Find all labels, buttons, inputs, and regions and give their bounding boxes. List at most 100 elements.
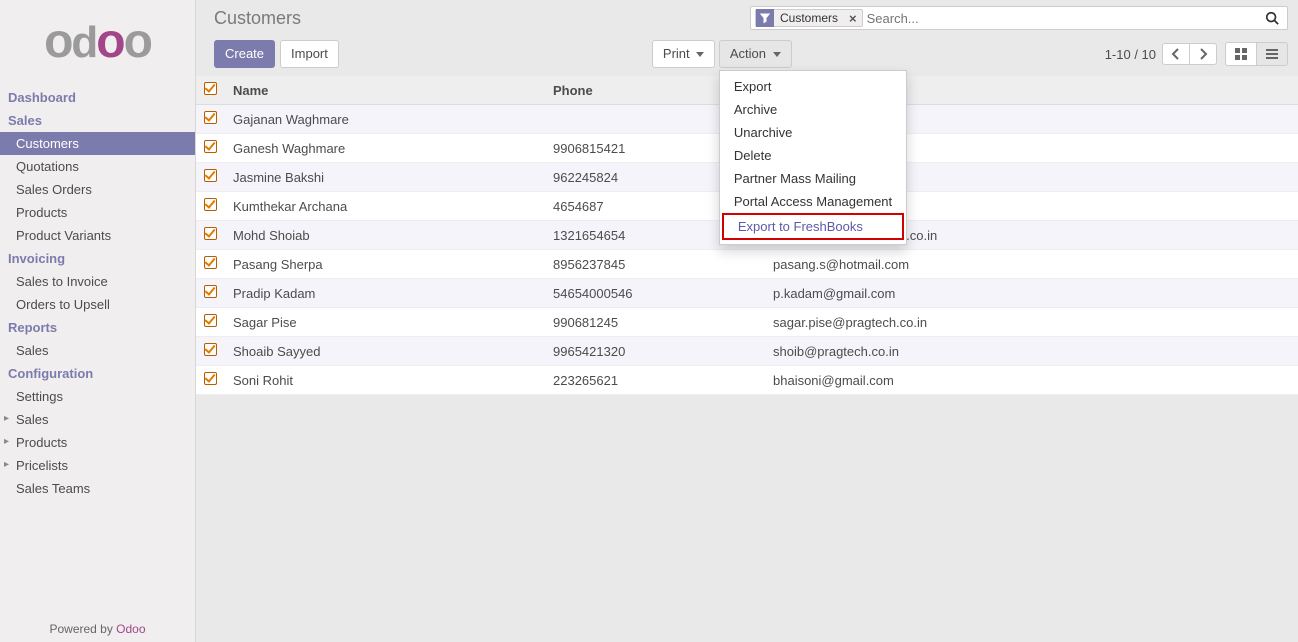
view-kanban[interactable] xyxy=(1225,42,1257,66)
row-checkbox[interactable] xyxy=(204,256,217,269)
table-row[interactable]: Pradip Kadam54654000546p.kadam@gmail.com xyxy=(196,279,1298,308)
nav-cfg-sales[interactable]: Sales xyxy=(0,408,195,431)
table-row[interactable]: Shoaib Sayyed9965421320shoib@pragtech.co… xyxy=(196,337,1298,366)
kanban-icon xyxy=(1234,47,1248,61)
row-checkbox[interactable] xyxy=(204,343,217,356)
caret-down-icon xyxy=(696,52,704,57)
cell-email: bhaisoni@gmail.com xyxy=(765,366,1298,395)
nav-products[interactable]: Products xyxy=(0,201,195,224)
cell-name: Sagar Pise xyxy=(225,308,545,337)
row-checkbox[interactable] xyxy=(204,372,217,385)
import-button[interactable]: Import xyxy=(280,40,339,68)
action-archive[interactable]: Archive xyxy=(720,98,906,121)
cell-phone: 9965421320 xyxy=(545,337,765,366)
nav-sales-orders[interactable]: Sales Orders xyxy=(0,178,195,201)
row-checkbox-cell xyxy=(196,134,225,163)
row-checkbox[interactable] xyxy=(204,198,217,211)
nav-sales-header[interactable]: Sales xyxy=(0,109,195,132)
action-portal-access[interactable]: Portal Access Management xyxy=(720,190,906,213)
nav-cfg-pricelists[interactable]: Pricelists xyxy=(0,454,195,477)
nav-config-header[interactable]: Configuration xyxy=(0,362,195,385)
row-checkbox[interactable] xyxy=(204,227,217,240)
powered-by: Powered by Odoo xyxy=(0,622,195,636)
table-row[interactable]: Pasang Sherpa8956237845pasang.s@hotmail.… xyxy=(196,250,1298,279)
row-checkbox[interactable] xyxy=(204,314,217,327)
row-checkbox-cell xyxy=(196,279,225,308)
cell-name: Shoaib Sayyed xyxy=(225,337,545,366)
nav-settings[interactable]: Settings xyxy=(0,385,195,408)
pager: 1-10 / 10 xyxy=(1105,47,1156,62)
cell-name: Gajanan Waghmare xyxy=(225,105,545,134)
nav-quotations[interactable]: Quotations xyxy=(0,155,195,178)
search-input[interactable] xyxy=(867,11,1261,26)
row-checkbox-cell xyxy=(196,337,225,366)
row-checkbox[interactable] xyxy=(204,111,217,124)
main: Customers Customers × xyxy=(196,0,1298,642)
view-list[interactable] xyxy=(1256,42,1288,66)
row-checkbox-cell xyxy=(196,308,225,337)
action-export[interactable]: Export xyxy=(720,75,906,98)
row-checkbox[interactable] xyxy=(204,285,217,298)
cell-email: pasang.s@hotmail.com xyxy=(765,250,1298,279)
row-checkbox[interactable] xyxy=(204,140,217,153)
search-facet-remove[interactable]: × xyxy=(844,11,862,26)
logo[interactable]: o d o o xyxy=(0,0,195,82)
nav-reports-sales[interactable]: Sales xyxy=(0,339,195,362)
nav-reports-header[interactable]: Reports xyxy=(0,316,195,339)
header-checkbox-cell xyxy=(196,76,225,105)
print-button[interactable]: Print xyxy=(652,40,715,68)
cell-phone: 990681245 xyxy=(545,308,765,337)
nav-invoicing-header[interactable]: Invoicing xyxy=(0,247,195,270)
powered-by-link[interactable]: Odoo xyxy=(116,622,145,636)
create-button[interactable]: Create xyxy=(214,40,275,68)
nav: Dashboard Sales Customers Quotations Sal… xyxy=(0,82,195,642)
chevron-left-icon xyxy=(1171,48,1181,60)
sidebar: o d o o Dashboard Sales Customers Quotat… xyxy=(0,0,196,642)
action-dropdown: Export Archive Unarchive Delete Partner … xyxy=(719,70,907,245)
row-checkbox-cell xyxy=(196,250,225,279)
col-header-name[interactable]: Name xyxy=(225,76,545,105)
list-icon xyxy=(1265,47,1279,61)
nav-product-variants[interactable]: Product Variants xyxy=(0,224,195,247)
search-facet: Customers × xyxy=(755,9,863,27)
view-switcher xyxy=(1225,42,1288,66)
cell-phone: 8956237845 xyxy=(545,250,765,279)
logo-letter: o xyxy=(44,18,71,66)
nav-dashboard[interactable]: Dashboard xyxy=(0,86,195,109)
row-checkbox[interactable] xyxy=(204,169,217,182)
action-delete[interactable]: Delete xyxy=(720,144,906,167)
search-box[interactable]: Customers × xyxy=(750,6,1288,30)
cell-email: p.kadam@gmail.com xyxy=(765,279,1298,308)
nav-sales-to-invoice[interactable]: Sales to Invoice xyxy=(0,270,195,293)
cell-name: Soni Rohit xyxy=(225,366,545,395)
action-unarchive[interactable]: Unarchive xyxy=(720,121,906,144)
table-row[interactable]: Sagar Pise990681245sagar.pise@pragtech.c… xyxy=(196,308,1298,337)
row-checkbox-cell xyxy=(196,366,225,395)
action-button[interactable]: Action xyxy=(719,40,792,68)
row-checkbox-cell xyxy=(196,192,225,221)
print-button-label: Print xyxy=(663,46,690,61)
table-row[interactable]: Soni Rohit223265621bhaisoni@gmail.com xyxy=(196,366,1298,395)
cell-name: Pasang Sherpa xyxy=(225,250,545,279)
cell-email: shoib@pragtech.co.in xyxy=(765,337,1298,366)
search-icon[interactable] xyxy=(1261,11,1283,25)
cell-name: Jasmine Bakshi xyxy=(225,163,545,192)
action-partner-mass-mailing[interactable]: Partner Mass Mailing xyxy=(720,167,906,190)
select-all-checkbox[interactable] xyxy=(204,82,217,95)
nav-cfg-sales-teams[interactable]: Sales Teams xyxy=(0,477,195,500)
nav-customers[interactable]: Customers xyxy=(0,132,195,155)
nav-cfg-products[interactable]: Products xyxy=(0,431,195,454)
cell-email: sagar.pise@pragtech.co.in xyxy=(765,308,1298,337)
nav-orders-to-upsell[interactable]: Orders to Upsell xyxy=(0,293,195,316)
cell-phone: 54654000546 xyxy=(545,279,765,308)
logo-letter: o xyxy=(124,18,151,66)
logo-letter: o xyxy=(96,18,123,66)
cell-name: Ganesh Waghmare xyxy=(225,134,545,163)
cell-name: Kumthekar Archana xyxy=(225,192,545,221)
pager-prev[interactable] xyxy=(1162,43,1190,65)
cell-name: Pradip Kadam xyxy=(225,279,545,308)
action-button-label: Action xyxy=(730,46,766,61)
pager-next[interactable] xyxy=(1189,43,1217,65)
action-export-freshbooks[interactable]: Export to FreshBooks xyxy=(722,213,904,240)
powered-by-text: Powered by xyxy=(49,622,116,636)
